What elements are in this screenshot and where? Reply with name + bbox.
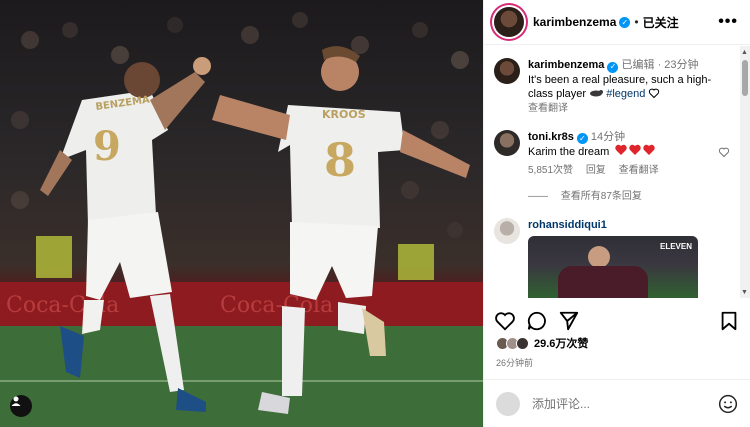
person-icon [11,396,21,406]
view-replies-link[interactable]: 查看所有87条回复 [561,191,642,202]
scroll-up-icon[interactable]: ▲ [741,49,748,56]
emoji-icon[interactable] [718,394,738,414]
action-bar [494,308,740,334]
comment-likes[interactable]: 5,851次赞 [528,165,573,176]
own-avatar [496,391,520,416]
comments-scrollbar[interactable]: ▲ ▼ [740,46,750,298]
verified-icon: ✓ [576,133,588,144]
verified-icon: ✓ [619,16,631,28]
left-player-number: 9 [93,123,121,170]
share-icon[interactable] [558,310,580,332]
like-comment-icon[interactable] [718,146,730,158]
comment-time[interactable]: 14分钟 [591,131,625,143]
replies-line: —— [528,191,548,202]
liker-avatar [516,336,529,350]
media-badge: ELEVEN [659,242,692,251]
comment-username[interactable]: rohansiddiqui1 [528,219,607,231]
red-hearts-emoji [615,144,657,160]
comments-list[interactable]: karimbenzema ✓ 已编辑 · 23分钟 It's been a rea… [484,46,740,298]
verified-icon: ✓ [607,61,619,73]
post-sidebar: karimbenzema ✓ • 已关注 ••• karimbenzema ✓ 已… [483,0,750,427]
photo-illustration: Coca-Cola Coca-Cola 9 BENZEMA 8 KROOS [0,12,483,427]
separator-dot: • [634,15,639,29]
author-username[interactable]: karimbenzema [533,15,616,29]
comment-translate-link[interactable]: 查看翻译 [619,165,659,176]
caption-translate-link[interactable]: 查看翻译 [528,103,568,114]
likes-count[interactable]: 29.6万次赞 [534,335,588,351]
comment-item: rohansiddiqui1 ELEVEN [484,204,740,298]
more-options-icon[interactable]: ••• [718,13,738,31]
caption-username[interactable]: karimbenzema [528,59,604,71]
following-button[interactable]: 已关注 [643,14,679,31]
commenter-avatar[interactable] [494,129,520,156]
right-player-name: KROOS [322,108,366,121]
separator-dot: · [657,59,662,71]
comment-text: Karim the dream [528,146,610,158]
caption-time[interactable]: 23分钟 [664,59,698,71]
user-tags-button[interactable] [10,395,32,417]
caption: karimbenzema ✓ 已编辑 · 23分钟 It's been a rea… [484,46,740,116]
comment-username[interactable]: toni.kr8s [528,131,574,143]
comment-composer: 添加评论... [484,379,750,427]
goat-emoji-icon [590,89,604,96]
scrollbar-thumb[interactable] [742,60,748,96]
edited-label: 已编辑 [621,59,655,71]
hashtag-link[interactable]: #legend [606,88,645,100]
post-photo[interactable]: Coca-Cola Coca-Cola 9 BENZEMA 8 KROOS [0,0,483,427]
add-comment-input[interactable]: 添加评论... [532,395,718,412]
post-time[interactable]: 26分钟前 [496,356,533,369]
author-avatar[interactable] [494,7,524,37]
likes-row[interactable]: 29.6万次赞 [496,335,588,351]
like-icon[interactable] [494,310,516,332]
reply-button[interactable]: 回复 [586,165,606,176]
comment-item: toni.kr8s ✓ 14分钟 Karim the dream 5,851次赞… [484,116,740,205]
heart-outline-icon [649,88,660,98]
right-player-number: 8 [324,133,356,187]
save-bookmark-icon[interactable] [718,310,740,332]
post-header: karimbenzema ✓ • 已关注 ••• [484,0,750,45]
commenter-avatar[interactable] [494,218,520,244]
comment-media[interactable]: ELEVEN [528,236,698,298]
caption-avatar[interactable] [494,58,520,84]
scroll-down-icon[interactable]: ▼ [741,289,748,296]
comment-icon[interactable] [526,310,548,332]
